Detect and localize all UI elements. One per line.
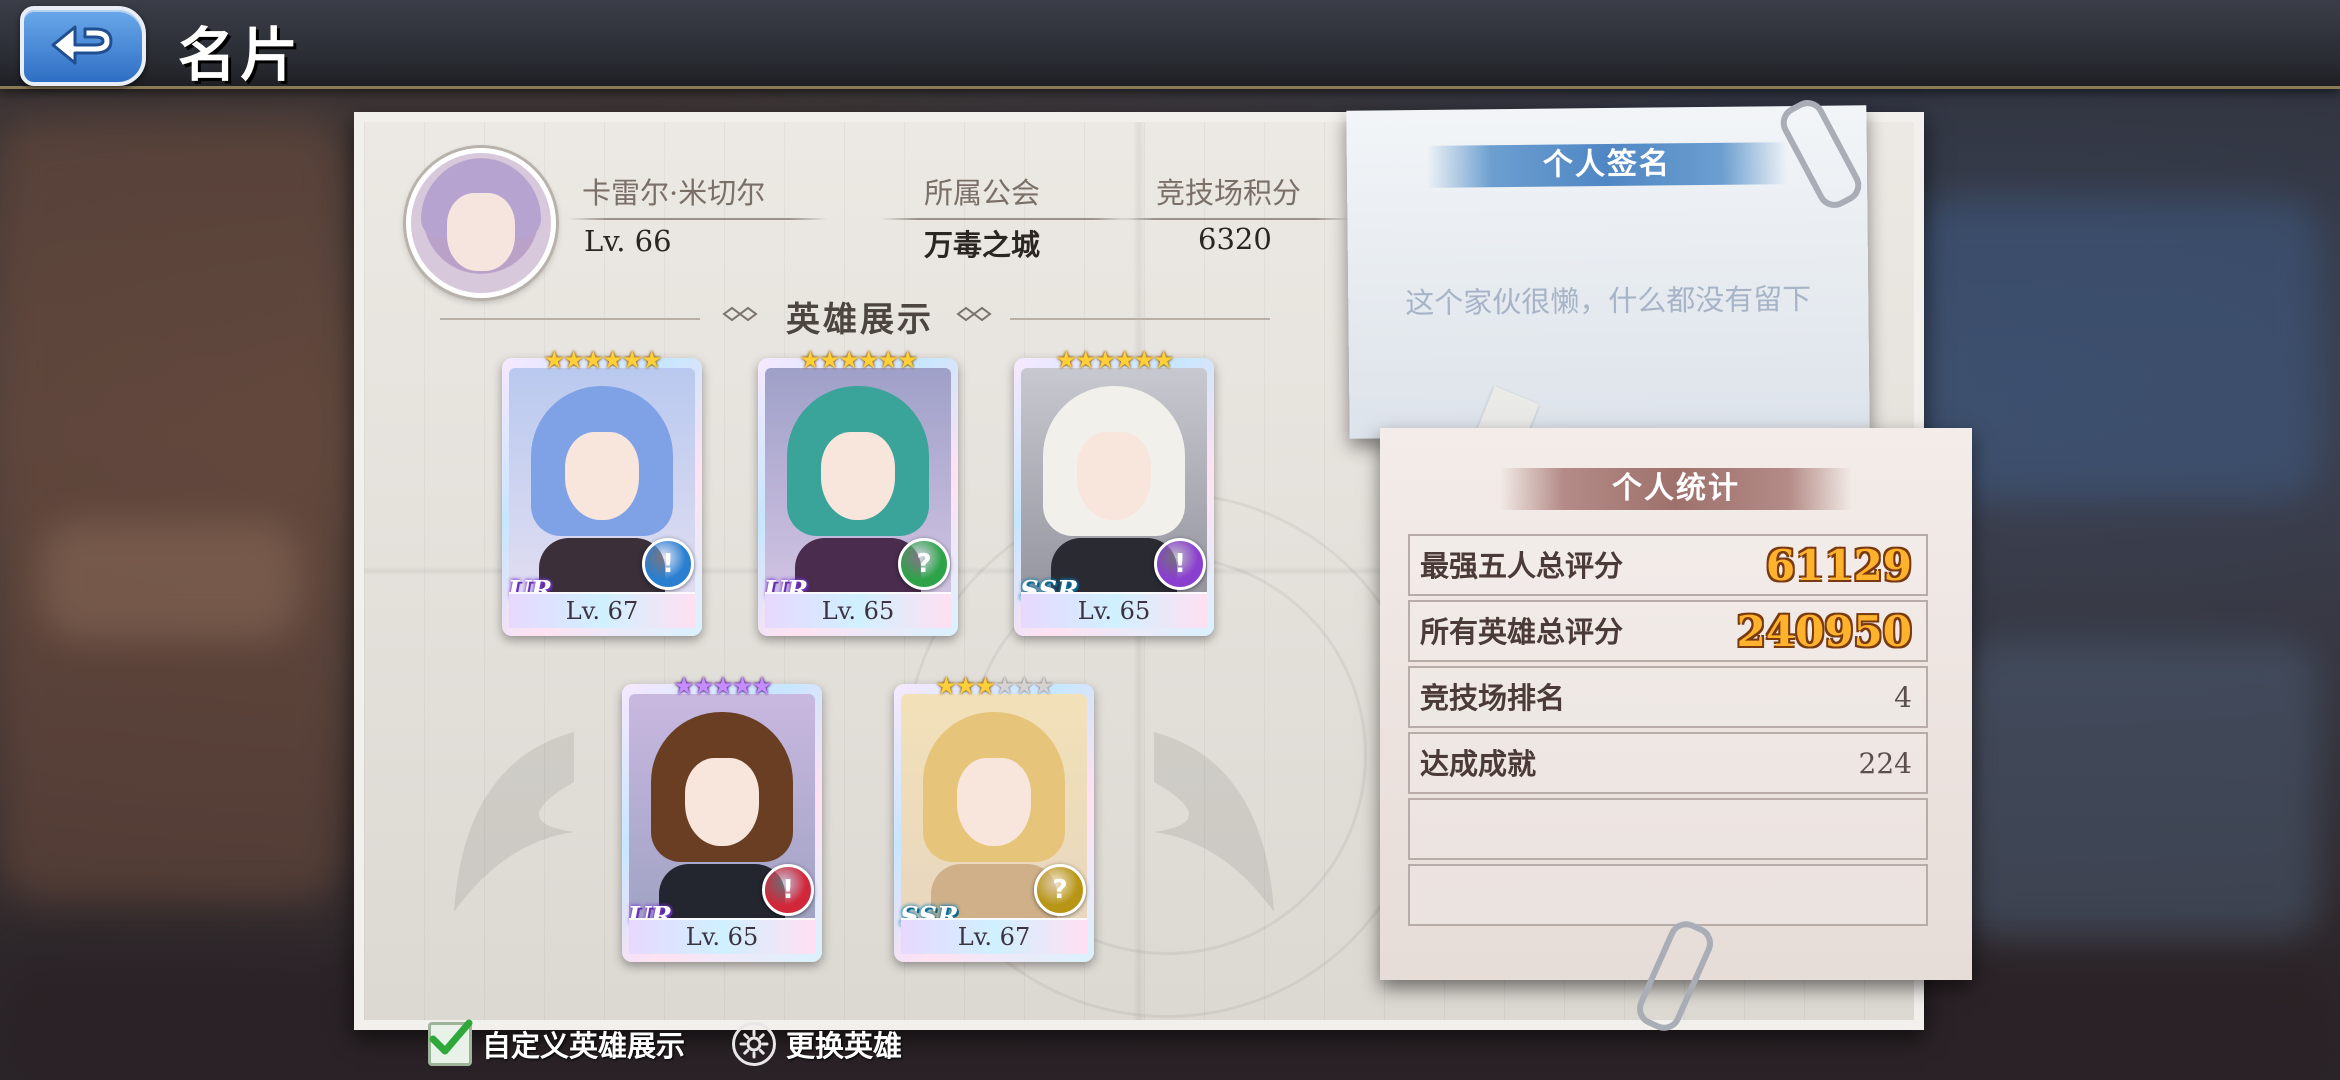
star-icon: ★ <box>692 672 714 700</box>
star-empty-icon: ★ <box>1013 672 1035 700</box>
stat-value: 240950 <box>1736 607 1912 656</box>
checkbox[interactable] <box>428 1019 473 1066</box>
star-icon: ★ <box>799 346 820 374</box>
star-icon: ★ <box>1074 346 1096 374</box>
ornament-line-left <box>440 318 700 320</box>
guild-label: 所属公会 <box>924 176 1041 210</box>
stat-row <box>1408 798 1928 860</box>
star-rating: ★★★★★★ <box>1014 346 1214 374</box>
hero-level: Lv. 65 <box>1021 592 1207 628</box>
signature-title: 个人签名 <box>1426 142 1788 188</box>
dark-element-icon: ! <box>1154 538 1206 590</box>
diamond-ornament-icon <box>956 306 992 322</box>
star-icon: ★ <box>877 346 899 374</box>
hero-level: Lv. 67 <box>901 918 1087 954</box>
stat-label: 竞技场排名 <box>1420 681 1566 715</box>
stat-row: 最强五人总评分 61129 <box>1408 534 1928 596</box>
back-button[interactable] <box>20 6 146 86</box>
hero-level: Lv. 65 <box>629 918 815 954</box>
mystery-element-icon: ? <box>898 538 950 590</box>
star-icon: ★ <box>562 346 584 374</box>
star-icon: ★ <box>1055 346 1076 374</box>
divider <box>1120 218 1350 220</box>
divider <box>880 218 1130 220</box>
hero-card[interactable]: ★★★★★! UR Lv. 65 <box>622 672 822 962</box>
stat-row: 竞技场排名 4 <box>1408 666 1928 728</box>
guild-value: 万毒之城 <box>924 228 1041 262</box>
star-icon: ★ <box>935 672 956 700</box>
stats-note: 个人统计 最强五人总评分 61129 所有英雄总评分 240950 竞技场排名 4 达成成就… <box>1380 428 1972 980</box>
player-name: 卡雷尔·米切尔 <box>582 176 766 210</box>
arena-points-value: 6320 <box>1198 222 1272 256</box>
back-arrow-icon <box>51 25 113 65</box>
star-icon: ★ <box>954 672 976 700</box>
hero-level: Lv. 65 <box>765 592 951 628</box>
custom-showcase-label: 自定义英雄展示 <box>482 1029 686 1063</box>
star-icon: ★ <box>1133 346 1155 374</box>
star-empty-icon: ★ <box>994 672 1015 700</box>
hero-level: Lv. 67 <box>509 592 695 628</box>
hero-card[interactable]: ★★★★★★! SSR Lv. 65 <box>1014 346 1214 636</box>
star-icon: ★ <box>602 346 623 374</box>
stat-value: 224 <box>1858 747 1912 780</box>
change-hero-button[interactable]: 更换英雄 <box>732 1018 902 1070</box>
star-icon: ★ <box>712 672 733 700</box>
gear-icon <box>732 1022 776 1066</box>
star-rating: ★★★★★★ <box>758 346 958 374</box>
stat-value: 61129 <box>1765 541 1912 590</box>
star-rating: ★★★★★★ <box>894 672 1094 700</box>
stat-row <box>1408 864 1928 926</box>
hero-card[interactable]: ★★★★★★? SSR Lv. 67 <box>894 672 1094 962</box>
divider <box>568 218 828 220</box>
top-bar: 名片 <box>0 0 2340 89</box>
star-icon: ★ <box>1094 346 1115 374</box>
star-icon: ★ <box>621 346 643 374</box>
ice-element-icon: ! <box>642 538 694 590</box>
star-rating: ★★★★★ <box>622 672 822 700</box>
arena-points-label: 竞技场积分 <box>1156 176 1302 210</box>
star-rating: ★★★★★★ <box>502 346 702 374</box>
star-icon: ★ <box>1153 346 1174 374</box>
stat-value: 4 <box>1894 681 1912 714</box>
hero-card[interactable]: ★★★★★★! UR Lv. 67 <box>502 346 702 636</box>
star-icon: ★ <box>974 672 995 700</box>
star-icon: ★ <box>1114 346 1135 374</box>
star-icon: ★ <box>673 672 694 700</box>
page-title: 名片 <box>178 21 303 89</box>
checkmark-icon <box>429 1019 473 1055</box>
star-icon: ★ <box>838 346 859 374</box>
custom-showcase-toggle[interactable]: 自定义英雄展示 <box>428 1018 685 1070</box>
star-icon: ★ <box>897 346 918 374</box>
stats-title: 个人统计 <box>1500 468 1852 510</box>
stat-row: 所有英雄总评分 240950 <box>1408 600 1928 662</box>
star-icon: ★ <box>582 346 603 374</box>
ornament-line-right <box>1010 318 1270 320</box>
star-icon: ★ <box>818 346 840 374</box>
star-empty-icon: ★ <box>1033 672 1054 700</box>
stat-label: 最强五人总评分 <box>1420 549 1624 583</box>
change-hero-label: 更换英雄 <box>786 1029 903 1063</box>
player-level: Lv. 66 <box>584 224 672 258</box>
hero-card[interactable]: ★★★★★★? UR Lv. 65 <box>758 346 958 636</box>
stat-label: 所有英雄总评分 <box>1420 615 1624 649</box>
star-icon: ★ <box>858 346 879 374</box>
stat-label: 达成成就 <box>1420 747 1537 781</box>
star-icon: ★ <box>543 346 564 374</box>
light-element-icon: ? <box>1034 864 1086 916</box>
stat-row: 达成成就 224 <box>1408 732 1928 794</box>
wing-right-decoration <box>1154 732 1274 912</box>
fire-element-icon: ! <box>762 864 814 916</box>
star-icon: ★ <box>751 672 772 700</box>
wing-left-decoration <box>454 732 574 912</box>
player-avatar[interactable] <box>406 148 556 298</box>
star-icon: ★ <box>641 346 662 374</box>
signature-note: 个人签名 这个家伙很懒，什么都没有留下 <box>1346 105 1870 439</box>
star-icon: ★ <box>731 672 753 700</box>
signature-text[interactable]: 这个家伙很懒，什么都没有留下 <box>1348 275 1868 322</box>
